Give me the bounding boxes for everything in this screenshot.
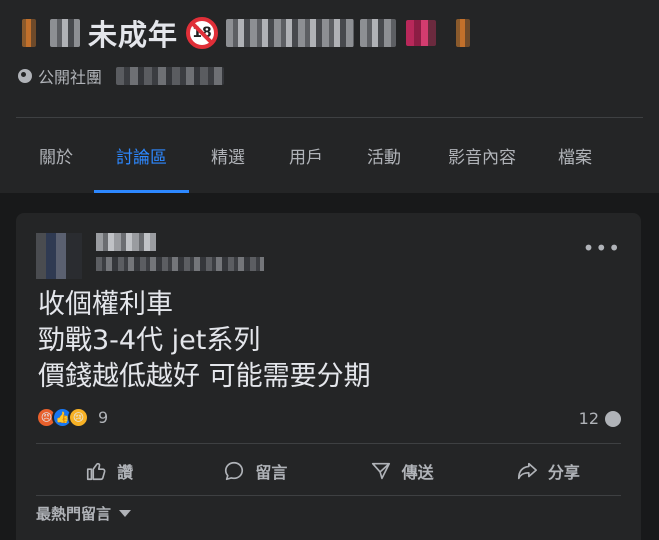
- caret-down-icon: [119, 510, 132, 517]
- post-divider: [36, 495, 621, 496]
- comment-icon: [225, 461, 244, 481]
- post-body: 收個權利車 勁戰3-4代 jet系列 價錢越低越好 可能需要分期: [38, 287, 371, 395]
- comment-count[interactable]: 12: [579, 409, 621, 428]
- tab-about[interactable]: 關於: [18, 118, 94, 193]
- group-header: 未成年 18 公開社團 關於 討論區 精選 用戶 活動 影音內容 檔案: [0, 0, 659, 193]
- redacted-member-count: [116, 67, 225, 85]
- like-button[interactable]: 讚: [36, 449, 182, 493]
- globe-icon: [18, 69, 32, 83]
- tab-members[interactable]: 用戶: [267, 118, 345, 193]
- group-meta: 公開社團: [18, 64, 225, 88]
- redacted-timestamp[interactable]: [96, 257, 264, 271]
- redacted-text: [50, 19, 80, 47]
- reactions-summary[interactable]: 😠 👍 😢 9: [36, 407, 108, 428]
- group-title[interactable]: 未成年: [88, 12, 178, 54]
- tab-events[interactable]: 活動: [345, 118, 423, 193]
- redacted-author-name[interactable]: [96, 233, 156, 251]
- redacted-text: [360, 19, 397, 47]
- post-divider: [36, 443, 621, 444]
- share-icon: [517, 462, 537, 480]
- redacted-emoji: [406, 20, 437, 46]
- comment-button[interactable]: 留言: [182, 449, 328, 493]
- post-line: 價錢越低越好 可能需要分期: [38, 361, 371, 392]
- tab-files[interactable]: 檔案: [541, 118, 609, 193]
- thumbs-up-icon: [87, 462, 106, 481]
- privacy-label: 公開社團: [38, 68, 103, 87]
- post-line: 勁戰3-4代 jet系列: [38, 325, 261, 356]
- no-under-18-icon: 18: [186, 17, 219, 49]
- avatar[interactable]: [36, 233, 82, 279]
- group-title-row: 未成年 18: [22, 8, 471, 58]
- group-tabs: 關於 討論區 精選 用戶 活動 影音內容 檔案: [18, 118, 609, 193]
- post-card: ••• 收個權利車 勁戰3-4代 jet系列 價錢越低越好 可能需要分期 😠 👍…: [16, 213, 641, 540]
- send-button[interactable]: 傳送: [329, 449, 475, 493]
- comment-sort-dropdown[interactable]: 最熱門留言: [36, 503, 132, 524]
- post-line: 收個權利車: [38, 289, 173, 320]
- send-icon: [371, 462, 390, 480]
- tab-featured[interactable]: 精選: [189, 118, 267, 193]
- comment-bubble-icon: [605, 410, 621, 427]
- redacted-emoji: [456, 19, 471, 47]
- redacted-emoji: [22, 19, 36, 47]
- tab-media[interactable]: 影音內容: [423, 118, 541, 193]
- redacted-text: [226, 19, 355, 47]
- sad-icon: 😢: [68, 407, 89, 428]
- more-options-icon[interactable]: •••: [583, 238, 621, 258]
- post-actions: 讚 留言 傳送 分享: [36, 449, 621, 493]
- reaction-count: 9: [98, 408, 109, 427]
- tab-discussion[interactable]: 討論區: [94, 118, 189, 193]
- share-button[interactable]: 分享: [475, 449, 621, 493]
